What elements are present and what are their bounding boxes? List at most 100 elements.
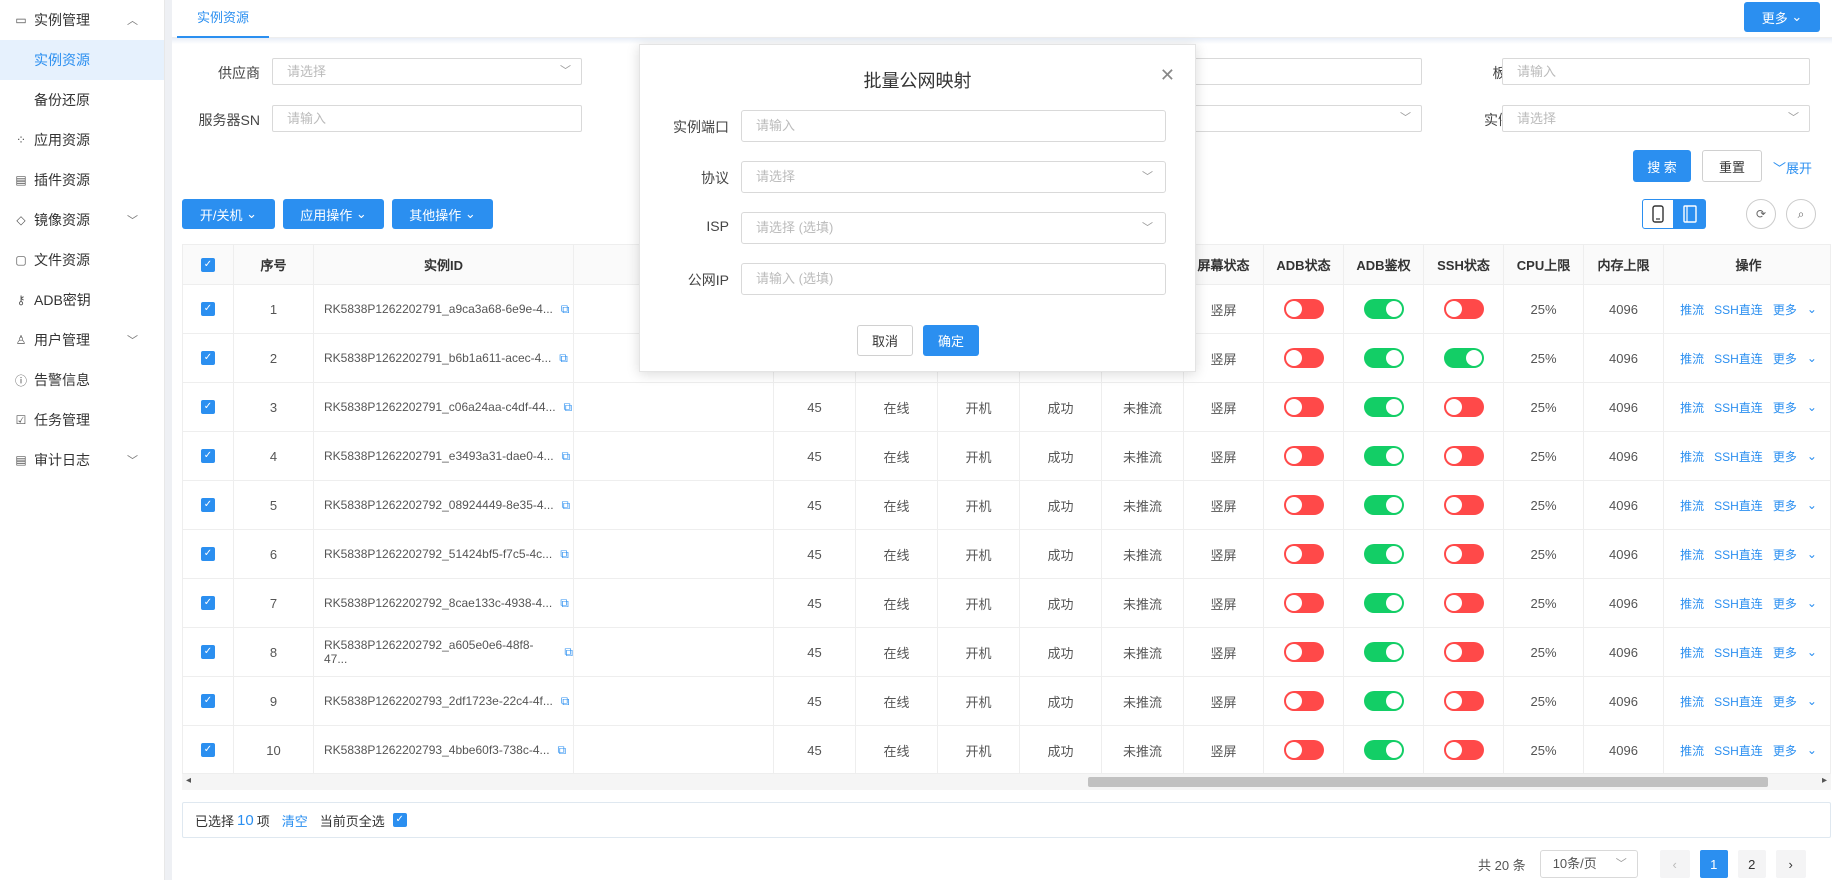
ssh-direct-link[interactable]: SSH直连 [1714,301,1763,318]
row-select-cell[interactable]: ✓ [183,726,234,773]
ssh-toggle[interactable] [1443,593,1484,613]
chevron-down-icon[interactable]: ⌄ [1807,645,1817,659]
row-checkbox[interactable]: ✓ [201,743,215,757]
next-page-button[interactable]: › [1775,850,1806,878]
ssh-toggle[interactable] [1443,495,1484,515]
hidden-filter-input[interactable] [1192,58,1422,85]
board-sn-input[interactable]: 请输入 [1502,58,1810,85]
scroll-right-icon[interactable]: ▸ [1822,775,1827,786]
page-size-select[interactable]: 10条/页 ﹀ [1539,850,1638,878]
sidebar-item-audit-log[interactable]: ▤ 审计日志 ﹀ [0,440,164,480]
row-select-cell[interactable]: ✓ [183,334,234,383]
chevron-down-icon[interactable]: ⌄ [1807,596,1817,610]
more-actions-link[interactable]: 更多 [1773,546,1797,563]
row-checkbox[interactable]: ✓ [201,351,215,365]
copy-icon[interactable]: ⧉ [562,498,571,513]
stream-link[interactable]: 推流 [1680,350,1704,367]
sidebar-item-plugin-resource[interactable]: ▤ 插件资源 [0,160,164,200]
ssh-toggle[interactable] [1443,642,1484,662]
server-sn-input[interactable]: 请输入 [272,105,582,132]
copy-icon[interactable]: ⧉ [560,596,569,611]
adb-auth-toggle[interactable] [1363,299,1404,319]
adb-toggle[interactable] [1283,348,1324,368]
select-all-checkbox[interactable]: ✓ [201,257,215,272]
port-input[interactable]: 请输入 [741,110,1166,142]
select-page-checkbox[interactable]: ✓ [392,813,407,827]
more-actions-link[interactable]: 更多 [1773,301,1797,318]
stream-link[interactable]: 推流 [1680,546,1704,563]
ssh-toggle[interactable] [1443,348,1484,368]
adb-toggle[interactable] [1283,495,1324,515]
more-actions-link[interactable]: 更多 [1773,497,1797,514]
ssh-toggle[interactable] [1443,544,1484,564]
more-actions-link[interactable]: 更多 [1773,693,1797,710]
phone-view-icon[interactable] [1642,199,1674,229]
stream-link[interactable]: 推流 [1680,301,1704,318]
more-actions-link[interactable]: 更多 [1773,399,1797,416]
chevron-down-icon[interactable]: ⌄ [1807,351,1817,365]
adb-toggle[interactable] [1283,691,1324,711]
stream-link[interactable]: 推流 [1680,595,1704,612]
chevron-down-icon[interactable]: ⌄ [1807,449,1817,463]
sidebar-item-image-resource[interactable]: ◇ 镜像资源 ﹀ [0,200,164,240]
row-select-cell[interactable]: ✓ [183,285,234,334]
ssh-toggle[interactable] [1443,397,1484,417]
sidebar-item-user-mgmt[interactable]: ♙ 用户管理 ﹀ [0,320,164,360]
adb-toggle[interactable] [1283,446,1324,466]
horizontal-scrollbar[interactable]: ◂ ▸ [182,774,1831,790]
sidebar-item-backup-restore[interactable]: 备份还原 [0,80,164,120]
copy-icon[interactable]: ⧉ [564,400,573,415]
isp-select[interactable]: 请选择 (选填) ﹀ [741,212,1166,244]
more-actions-link[interactable]: 更多 [1773,742,1797,759]
chevron-down-icon[interactable]: ⌄ [1807,547,1817,561]
copy-icon[interactable]: ⧉ [562,449,571,464]
more-actions-link[interactable]: 更多 [1773,448,1797,465]
ssh-toggle[interactable] [1443,691,1484,711]
refresh-icon[interactable]: ⟳ [1746,199,1776,229]
adb-toggle[interactable] [1283,397,1324,417]
more-button[interactable]: 更多 ⌄ [1744,2,1820,32]
row-checkbox[interactable]: ✓ [201,302,215,316]
public-ip-input[interactable]: 请输入 (选填) [741,263,1166,295]
adb-auth-toggle[interactable] [1363,740,1404,760]
ssh-direct-link[interactable]: SSH直连 [1714,399,1763,416]
sidebar-item-adb-key[interactable]: ⚷ ADB密钥 [0,280,164,320]
more-actions-link[interactable]: 更多 [1773,644,1797,661]
stream-link[interactable]: 推流 [1680,644,1704,661]
ssh-direct-link[interactable]: SSH直连 [1714,350,1763,367]
ssh-direct-link[interactable]: SSH直连 [1714,742,1763,759]
protocol-select[interactable]: 请选择 ﹀ [741,161,1166,193]
stream-link[interactable]: 推流 [1680,497,1704,514]
row-checkbox[interactable]: ✓ [201,498,215,512]
adb-auth-toggle[interactable] [1363,397,1404,417]
app-ops-button[interactable]: 应用操作 ⌄ [283,199,384,229]
close-icon[interactable]: ✕ [1160,65,1175,86]
row-select-cell[interactable]: ✓ [183,677,234,726]
ssh-direct-link[interactable]: SSH直连 [1714,693,1763,710]
adb-toggle[interactable] [1283,642,1324,662]
confirm-button[interactable]: 确定 [923,325,979,356]
search-icon[interactable]: ⌕ [1786,199,1816,229]
ssh-toggle[interactable] [1443,299,1484,319]
more-actions-link[interactable]: 更多 [1773,595,1797,612]
cancel-button[interactable]: 取消 [857,325,913,356]
sidebar-item-instance-resource[interactable]: 实例资源 [0,40,164,80]
header-select-all[interactable]: ✓ [183,245,234,285]
supplier-select[interactable]: 请选择 ﹀ [272,58,582,85]
ssh-direct-link[interactable]: SSH直连 [1714,595,1763,612]
copy-icon[interactable]: ⧉ [560,547,569,562]
clear-selection-link[interactable]: 清空 [282,811,308,830]
copy-icon[interactable]: ⧉ [558,743,567,758]
prev-page-button[interactable]: ‹ [1659,850,1690,878]
stream-link[interactable]: 推流 [1680,448,1704,465]
instance-type-select[interactable]: 请选择 ﹀ [1502,105,1810,132]
list-view-icon[interactable] [1674,199,1706,229]
adb-toggle[interactable] [1283,740,1324,760]
copy-icon[interactable]: ⧉ [561,302,570,317]
reset-button[interactable]: 重置 [1702,150,1762,182]
sidebar-item-alerts[interactable]: ⓘ 告警信息 [0,360,164,400]
adb-toggle[interactable] [1283,299,1324,319]
ssh-toggle[interactable] [1443,740,1484,760]
page-2-button[interactable]: 2 [1737,850,1766,878]
other-ops-button[interactable]: 其他操作 ⌄ [392,199,493,229]
